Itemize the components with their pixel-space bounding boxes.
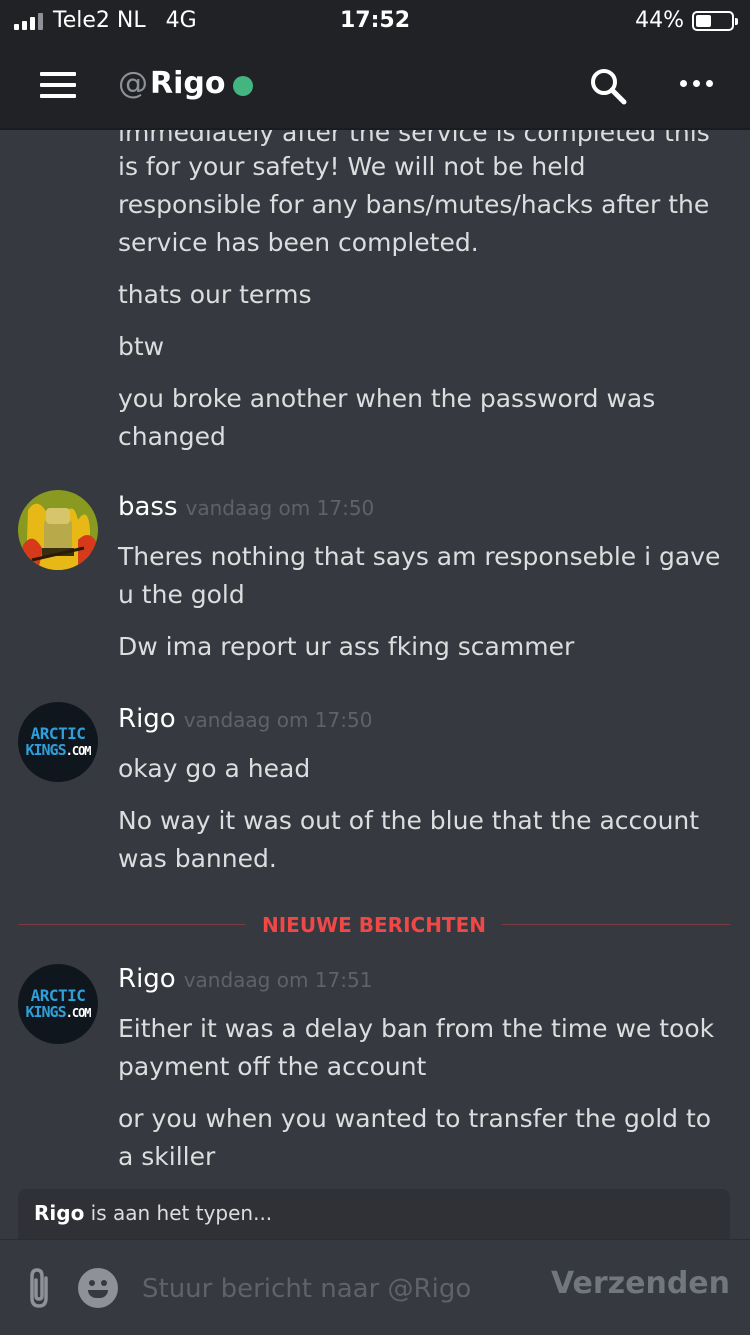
timestamp: vandaag om 17:51 [183, 968, 373, 992]
avatar-rigo[interactable]: ARCTIC KINGS.COM [18, 964, 98, 1044]
avatar-text-line2: KINGS.COM [25, 740, 91, 759]
message-composer: Verzenden [0, 1239, 750, 1335]
message-text: you broke another when the password was … [118, 384, 656, 451]
timestamp: vandaag om 17:50 [183, 708, 373, 732]
send-button[interactable]: Verzenden [551, 1266, 730, 1301]
message-text: or you when you wanted to transfer the g… [118, 1104, 712, 1171]
battery-percent: 44% [635, 8, 684, 33]
author-name[interactable]: Rigo [118, 704, 176, 734]
typing-text: is aan het typen... [90, 1201, 273, 1225]
avatar-rigo[interactable]: ARCTIC KINGS.COM [18, 702, 98, 782]
online-status-icon [233, 75, 254, 96]
author-name[interactable]: Rigo [118, 964, 176, 994]
message-text: Dw ima report ur ass fking scammer [118, 632, 575, 661]
menu-icon[interactable] [40, 72, 76, 98]
search-icon[interactable] [588, 66, 628, 106]
avatar-text-line1: ARCTIC [30, 985, 86, 1005]
more-options-icon[interactable] [680, 80, 713, 87]
at-symbol: @ [118, 66, 148, 101]
message-input[interactable] [140, 1264, 544, 1314]
message-text: btw [118, 332, 165, 361]
message-list[interactable]: immediately after the service is complet… [0, 130, 750, 1190]
message-text: Either it was a delay ban from the time … [118, 1014, 715, 1081]
new-messages-divider: NIEUWE BERICHTEN [18, 910, 730, 940]
message-author-group: Rigo vandaag om 17:50 [118, 704, 372, 734]
status-bar: Tele2 NL 4G 17:52 44% [0, 0, 750, 42]
message-text: Theres nothing that says am responseble … [118, 542, 721, 609]
paperclip-icon[interactable] [24, 1266, 54, 1310]
message-text: No way it was out of the blue that the a… [118, 806, 700, 873]
new-messages-label: NIEUWE BERICHTEN [262, 913, 486, 937]
message-text: okay go a head [118, 754, 311, 783]
typing-indicator: Rigo is aan het typen... [18, 1189, 730, 1239]
avatar-text-line2: KINGS.COM [25, 1002, 91, 1021]
message-text: is for your safety! We will not be held … [118, 152, 710, 257]
avatar-text-line1: ARCTIC [30, 723, 86, 743]
emoji-icon[interactable] [78, 1268, 118, 1308]
channel-header: @ Rigo [0, 42, 750, 130]
channel-name: Rigo [150, 66, 226, 101]
typing-user: Rigo [34, 1201, 85, 1225]
avatar-bass[interactable] [18, 490, 98, 570]
message-author-group: Rigo vandaag om 17:51 [118, 964, 372, 994]
author-name[interactable]: bass [118, 492, 178, 522]
message-text: thats our terms [118, 280, 312, 309]
status-bar-right: 44% [635, 8, 738, 33]
channel-title: @ Rigo [118, 66, 254, 101]
timestamp: vandaag om 17:50 [185, 496, 375, 520]
message-author-group: bass vandaag om 17:50 [118, 492, 374, 522]
battery-icon [692, 10, 738, 31]
